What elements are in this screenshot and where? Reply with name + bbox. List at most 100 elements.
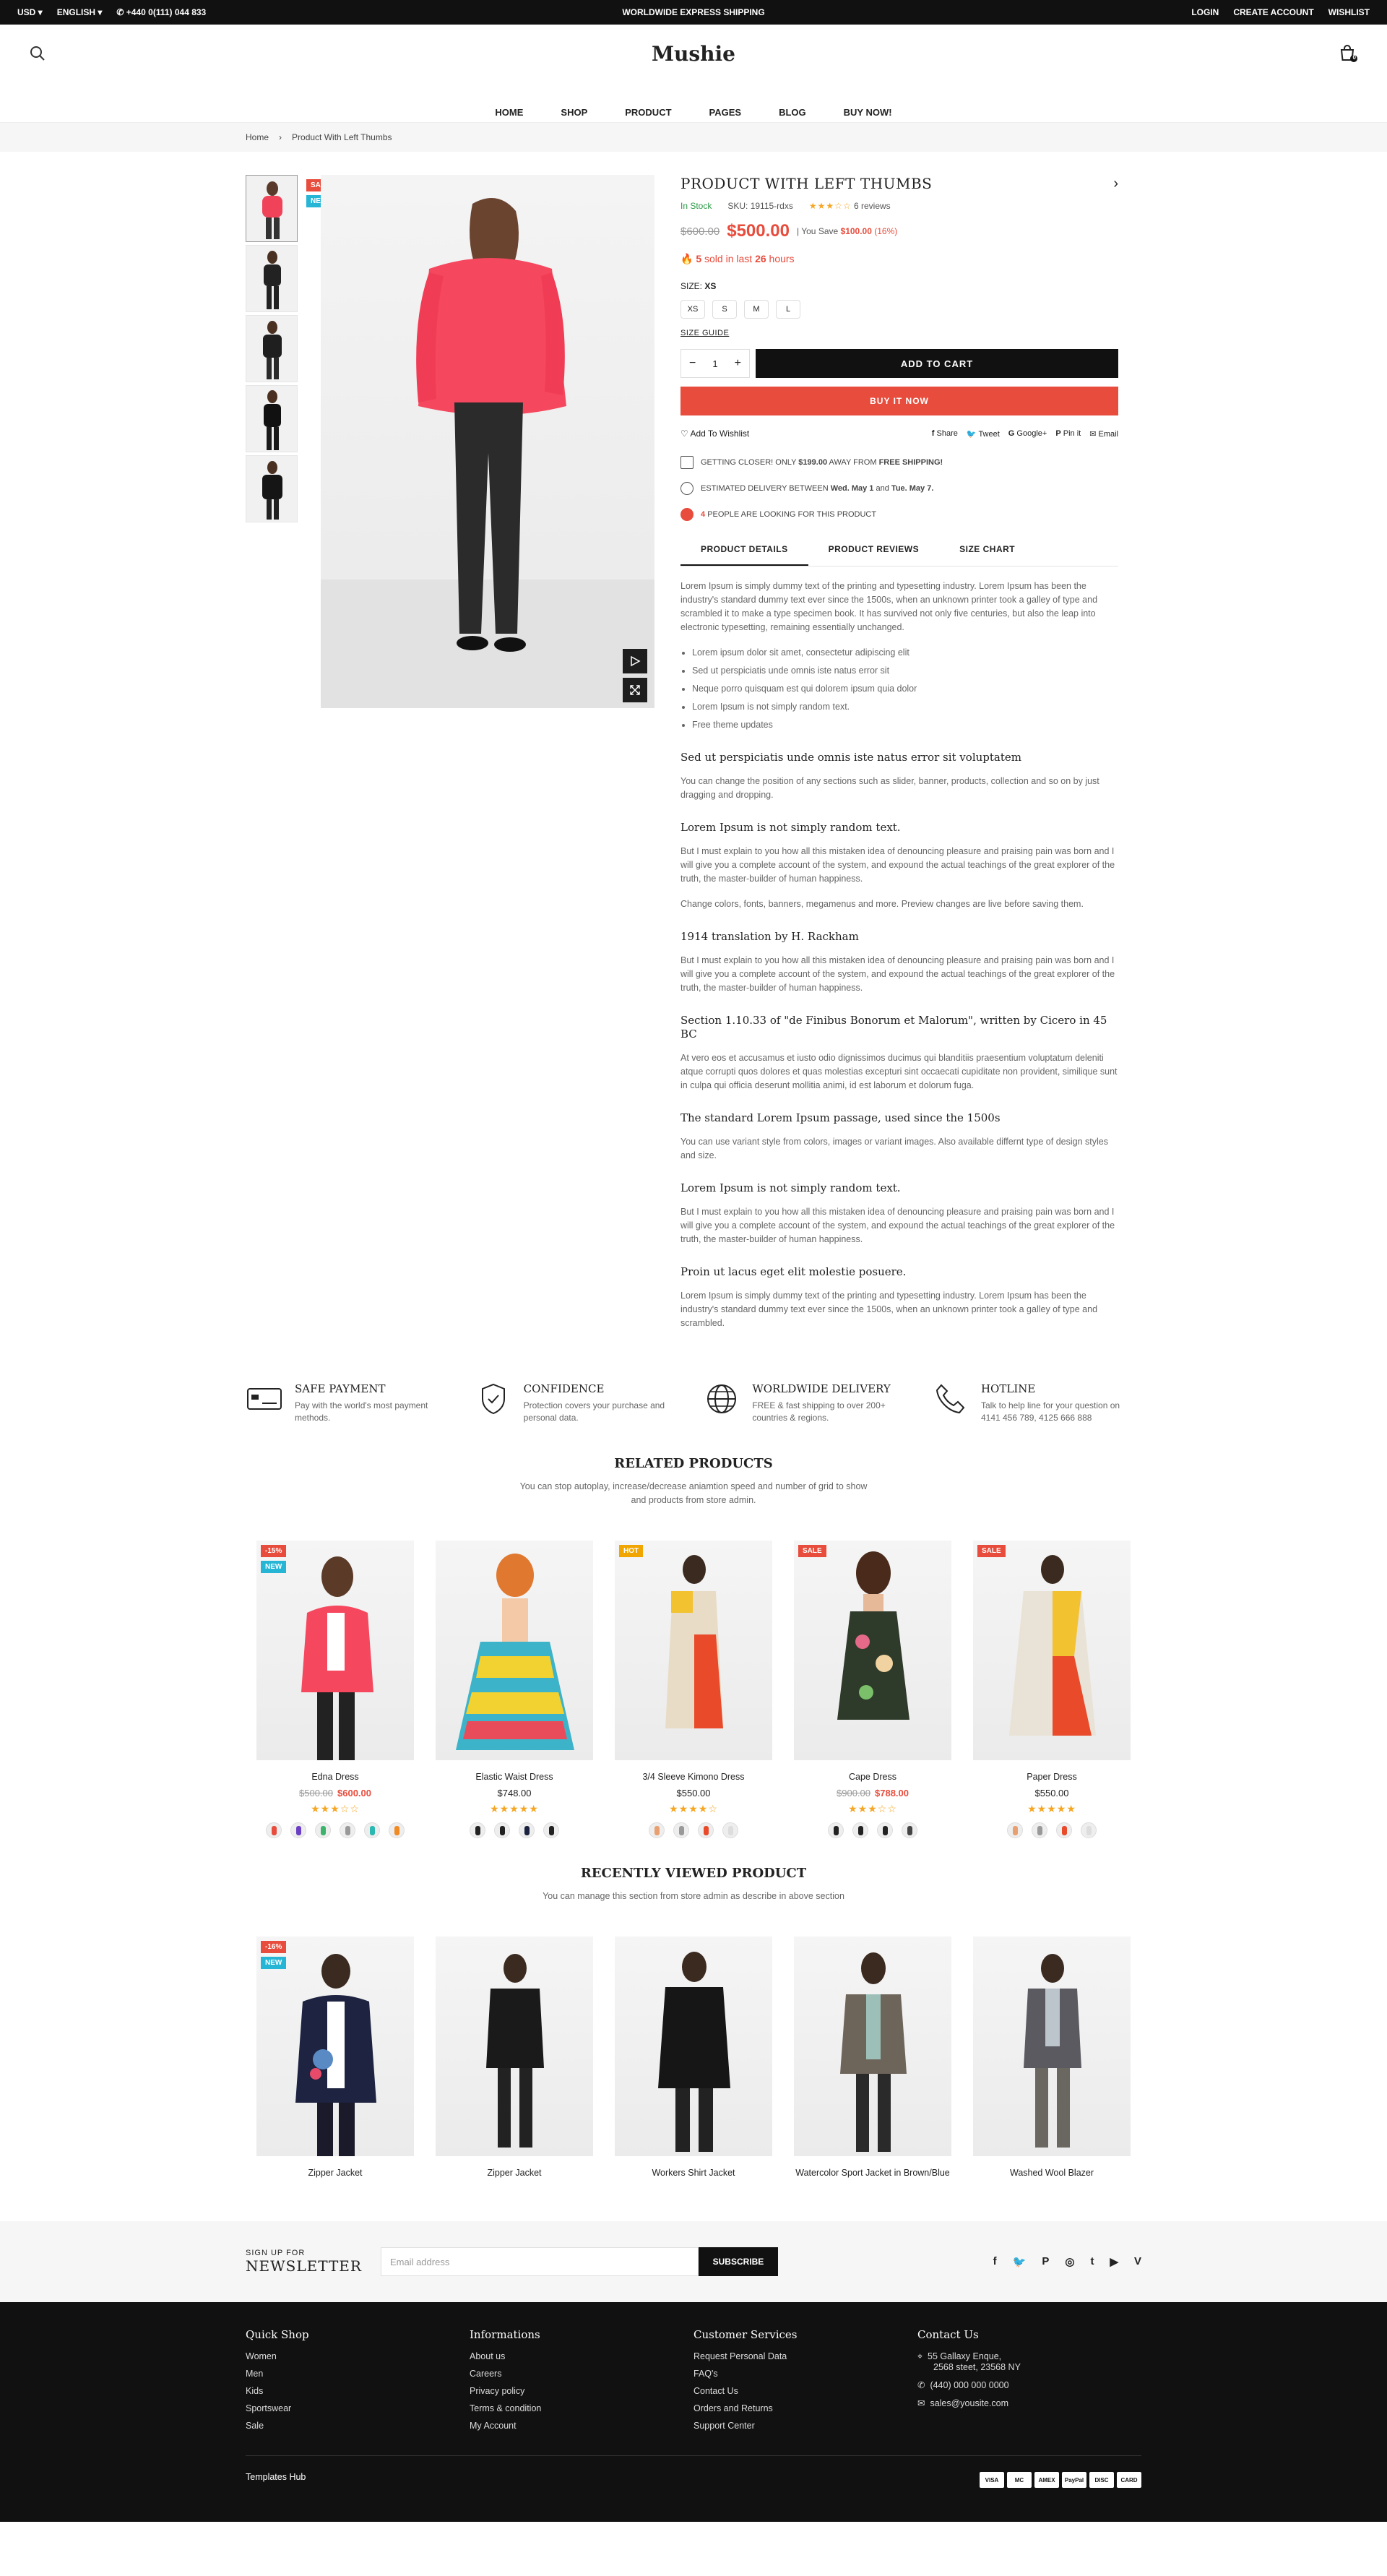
- nav-product[interactable]: PRODUCT: [625, 107, 671, 118]
- swatch[interactable]: [828, 1822, 844, 1838]
- facebook-icon[interactable]: f: [993, 2255, 997, 2268]
- product-name[interactable]: Cape Dress: [794, 1772, 951, 1782]
- swatch[interactable]: [364, 1822, 380, 1838]
- swatch[interactable]: [877, 1822, 893, 1838]
- add-to-wishlist-link[interactable]: ♡ Add To Wishlist: [680, 428, 749, 439]
- nav-shop[interactable]: SHOP: [561, 107, 587, 118]
- tumblr-icon[interactable]: t: [1090, 2255, 1094, 2268]
- swatch[interactable]: [494, 1822, 510, 1838]
- main-product-image[interactable]: [321, 175, 654, 708]
- swatch[interactable]: [470, 1822, 485, 1838]
- product-image[interactable]: [436, 1937, 593, 2156]
- swatch[interactable]: [649, 1822, 665, 1838]
- tab-product-details[interactable]: PRODUCT DETAILS: [680, 534, 808, 566]
- footer-link[interactable]: Sale: [246, 2421, 470, 2431]
- create-account-link[interactable]: CREATE ACCOUNT: [1233, 7, 1313, 17]
- cart-icon[interactable]: 0: [1338, 43, 1358, 64]
- size-option-m[interactable]: M: [744, 300, 769, 319]
- swatch[interactable]: [340, 1822, 355, 1838]
- product-name[interactable]: Edna Dress: [256, 1772, 414, 1782]
- swatch[interactable]: [1056, 1822, 1072, 1838]
- product-card[interactable]: SALE Cape Dress $900.00 $788.00 ★★★☆☆: [794, 1541, 951, 1838]
- swatch[interactable]: [389, 1822, 405, 1838]
- product-image[interactable]: [973, 1937, 1131, 2156]
- footer-link[interactable]: FAQ's: [694, 2369, 917, 2379]
- nav-pages[interactable]: PAGES: [709, 107, 742, 118]
- swatch[interactable]: [290, 1822, 306, 1838]
- reviews-link[interactable]: 6 reviews: [854, 201, 891, 211]
- subscribe-button[interactable]: SUBSCRIBE: [698, 2247, 778, 2276]
- footer-link[interactable]: Contact Us: [694, 2386, 917, 2396]
- wishlist-link[interactable]: WISHLIST: [1328, 7, 1370, 17]
- footer-link[interactable]: Privacy policy: [470, 2386, 694, 2396]
- thumbnail[interactable]: [246, 245, 298, 312]
- product-name[interactable]: Workers Shirt Jacket: [615, 2168, 772, 2178]
- swatch[interactable]: [1007, 1822, 1023, 1838]
- size-guide-link[interactable]: SIZE GUIDE: [680, 329, 1118, 337]
- swatch[interactable]: [543, 1822, 559, 1838]
- twitter-icon[interactable]: 🐦: [1013, 2255, 1027, 2268]
- product-image[interactable]: [436, 1541, 593, 1760]
- swatch[interactable]: [722, 1822, 738, 1838]
- footer-link[interactable]: Support Center: [694, 2421, 917, 2431]
- swatch[interactable]: [519, 1822, 535, 1838]
- share-email[interactable]: ✉ Email: [1089, 429, 1118, 439]
- thumbnail[interactable]: [246, 455, 298, 522]
- nav-blog[interactable]: BLOG: [779, 107, 806, 118]
- share-facebook[interactable]: f Share: [932, 429, 958, 439]
- pinterest-icon[interactable]: P: [1042, 2255, 1049, 2268]
- nav-home[interactable]: HOME: [495, 107, 523, 118]
- site-logo[interactable]: Mushie: [0, 42, 1387, 66]
- language-select[interactable]: ENGLISH ▾: [57, 7, 103, 17]
- swatch[interactable]: [673, 1822, 689, 1838]
- product-card[interactable]: Workers Shirt Jacket: [615, 1937, 772, 2178]
- share-pinterest[interactable]: P Pin it: [1055, 429, 1081, 439]
- email-field[interactable]: Email address: [380, 2247, 699, 2276]
- login-link[interactable]: LOGIN: [1191, 7, 1219, 17]
- product-name[interactable]: Paper Dress: [973, 1772, 1131, 1782]
- product-image[interactable]: [615, 1937, 772, 2156]
- product-card[interactable]: HOT 3/4 Sleeve Kimono Dress $550.00 ★★★★…: [615, 1541, 772, 1838]
- product-name[interactable]: Zipper Jacket: [436, 2168, 593, 2178]
- buy-now-button[interactable]: BUY IT NOW: [680, 387, 1118, 415]
- footer-link[interactable]: Request Personal Data: [694, 2351, 917, 2361]
- footer-link[interactable]: Orders and Returns: [694, 2403, 917, 2413]
- product-image[interactable]: HOT: [615, 1541, 772, 1760]
- thumbnail[interactable]: [246, 175, 298, 242]
- product-card[interactable]: -15% NEW Edna Dress $500.00 $600.00 ★★★☆☆: [256, 1541, 414, 1838]
- product-name[interactable]: Zipper Jacket: [256, 2168, 414, 2178]
- swatch[interactable]: [1032, 1822, 1047, 1838]
- footer-link[interactable]: Men: [246, 2369, 470, 2379]
- vimeo-icon[interactable]: V: [1134, 2255, 1141, 2268]
- copyright[interactable]: Templates Hub: [246, 2472, 306, 2488]
- footer-link[interactable]: Sportswear: [246, 2403, 470, 2413]
- product-image[interactable]: [794, 1937, 951, 2156]
- tab-size-chart[interactable]: SIZE CHART: [939, 534, 1035, 566]
- size-option-s[interactable]: S: [712, 300, 737, 319]
- product-card[interactable]: Elastic Waist Dress $748.00 ★★★★★: [436, 1541, 593, 1838]
- swatch[interactable]: [852, 1822, 868, 1838]
- product-image[interactable]: -15% NEW: [256, 1541, 414, 1760]
- product-image[interactable]: -16% NEW: [256, 1937, 414, 2156]
- nav-buy-now[interactable]: BUY NOW!: [844, 107, 892, 118]
- qty-increase-button[interactable]: +: [727, 350, 749, 377]
- footer-link[interactable]: Kids: [246, 2386, 470, 2396]
- instagram-icon[interactable]: ◎: [1065, 2255, 1074, 2268]
- footer-link[interactable]: My Account: [470, 2421, 694, 2431]
- product-name[interactable]: Washed Wool Blazer: [973, 2168, 1131, 2178]
- qty-input[interactable]: 1: [704, 350, 726, 377]
- add-to-cart-button[interactable]: ADD TO CART: [756, 349, 1118, 378]
- product-name[interactable]: Elastic Waist Dress: [436, 1772, 593, 1782]
- product-card[interactable]: -16% NEW Zipper Jacket: [256, 1937, 414, 2178]
- zoom-expand-icon[interactable]: [623, 678, 647, 702]
- product-card[interactable]: Washed Wool Blazer: [973, 1937, 1131, 2178]
- contact-email[interactable]: ✉ sales@yousite.com: [917, 2398, 1141, 2408]
- size-option-xs[interactable]: XS: [680, 300, 705, 319]
- swatch[interactable]: [698, 1822, 714, 1838]
- tab-product-reviews[interactable]: PRODUCT REVIEWS: [808, 534, 940, 566]
- swatch[interactable]: [902, 1822, 917, 1838]
- product-name[interactable]: Watercolor Sport Jacket in Brown/Blue: [794, 2168, 951, 2178]
- footer-link[interactable]: Careers: [470, 2369, 694, 2379]
- product-card[interactable]: Zipper Jacket: [436, 1937, 593, 2178]
- next-product-icon[interactable]: ›: [1113, 176, 1118, 192]
